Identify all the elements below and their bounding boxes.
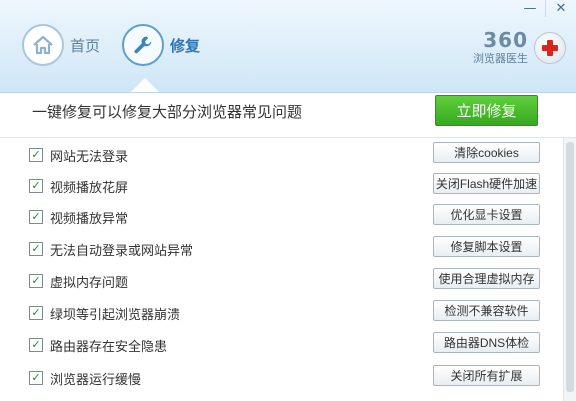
item-fix-button[interactable]: 修复脚本设置 [433, 236, 540, 257]
brand-number: 360 [483, 28, 528, 52]
brand: 360 浏览器医生 [473, 30, 566, 66]
item-checkbox[interactable]: ✓ [29, 148, 43, 162]
top-bar: 一键修复可以修复大部分浏览器常见问题 立即修复 [0, 93, 576, 138]
active-tab-pointer [131, 78, 159, 92]
medical-cross-icon [534, 32, 566, 64]
item-checkbox[interactable]: ✓ [29, 210, 43, 224]
item-checkbox[interactable]: ✓ [29, 306, 43, 320]
item-label: 视频播放花屏 [50, 181, 129, 196]
item-label: 路由器存在安全隐患 [50, 340, 168, 355]
list-scrollbar[interactable] [563, 138, 576, 401]
header: — ✕ 首页 修复 360 浏览器医生 [0, 0, 576, 93]
repair-now-button[interactable]: 立即修复 [435, 95, 538, 126]
list-item: ✓ 无法自动登录或网站异常 修复脚本设置 [0, 234, 562, 265]
item-label: 视频播放异常 [50, 212, 129, 227]
list-item: ✓ 路由器存在安全隐患 路由器DNS体检 [0, 330, 562, 361]
headline: 一键修复可以修复大部分浏览器常见问题 [32, 103, 303, 121]
list-item: ✓ 绿坝等引起浏览器崩溃 检测不兼容软件 [0, 298, 562, 329]
item-checkbox[interactable]: ✓ [29, 274, 43, 288]
list-item: ✓ 视频播放异常 优化显卡设置 [0, 202, 562, 233]
item-fix-button[interactable]: 关闭所有扩展 [433, 365, 540, 386]
item-label: 虚拟内存问题 [50, 276, 129, 291]
item-fix-button[interactable]: 路由器DNS体检 [433, 332, 540, 353]
list-item: ✓ 视频播放花屏 关闭Flash硬件加速 [0, 171, 562, 202]
wrench-icon [122, 24, 164, 66]
issue-list: ✓ 网站无法登录 清除cookies ✓ 视频播放花屏 关闭Flash硬件加速 … [0, 140, 562, 401]
close-button[interactable]: ✕ [546, 0, 576, 17]
item-fix-button[interactable]: 关闭Flash硬件加速 [433, 173, 540, 194]
item-fix-button[interactable]: 使用合理虚拟内存 [433, 268, 540, 289]
minimize-button[interactable]: — [515, 0, 546, 17]
item-label: 浏览器运行缓慢 [50, 373, 142, 388]
item-fix-button[interactable]: 优化显卡设置 [433, 204, 540, 225]
tab-home[interactable]: 首页 [22, 22, 100, 68]
item-label: 无法自动登录或网站异常 [50, 244, 194, 259]
list-item: ✓ 浏览器运行缓慢 关闭所有扩展 [0, 363, 562, 394]
item-checkbox[interactable]: ✓ [29, 242, 43, 256]
brand-name: 浏览器医生 [473, 52, 528, 65]
window-controls: — ✕ [515, 0, 576, 17]
tab-repair-label: 修复 [170, 36, 201, 55]
tab-home-label: 首页 [70, 36, 101, 55]
browser-doctor-window: — ✕ 首页 修复 360 浏览器医生 一键修复可以修复大部分浏览器常见问题 立… [0, 0, 576, 401]
item-checkbox[interactable]: ✓ [29, 179, 43, 193]
list-item: ✓ 网站无法登录 清除cookies [0, 140, 562, 171]
item-label: 绿坝等引起浏览器崩溃 [50, 308, 181, 323]
home-icon [22, 24, 64, 66]
item-fix-button[interactable]: 检测不兼容软件 [433, 300, 540, 321]
item-checkbox[interactable]: ✓ [29, 338, 43, 352]
item-checkbox[interactable]: ✓ [29, 371, 43, 385]
tab-repair[interactable]: 修复 [122, 22, 200, 68]
item-label: 网站无法登录 [50, 150, 129, 165]
item-fix-button[interactable]: 清除cookies [433, 142, 540, 163]
scroll-thumb[interactable] [566, 142, 574, 392]
list-item: ✓ 虚拟内存问题 使用合理虚拟内存 [0, 266, 562, 297]
brand-text: 360 浏览器医生 [473, 30, 528, 66]
